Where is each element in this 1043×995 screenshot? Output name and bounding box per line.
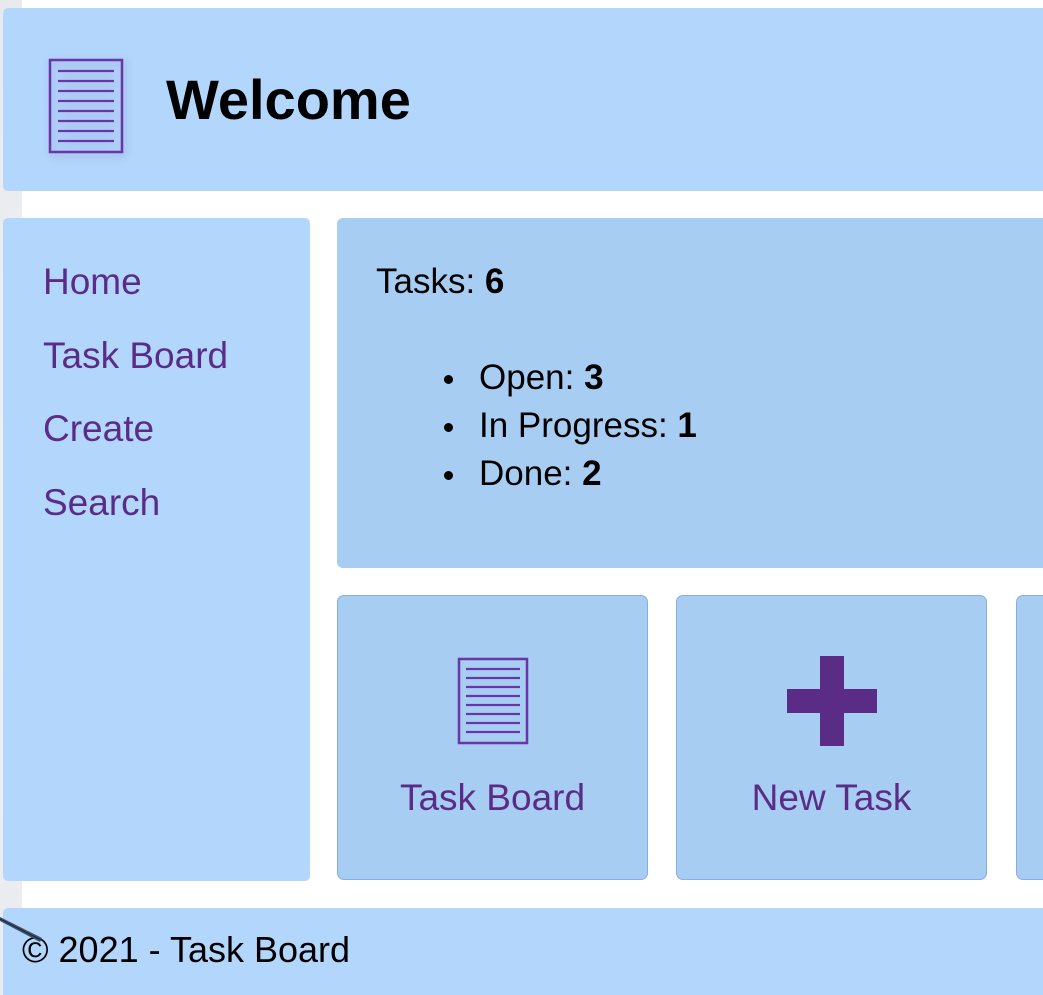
status-done-label: Done: <box>479 454 583 493</box>
copyright-text: © 2021 - Task Board <box>22 929 351 970</box>
task-board-tile[interactable]: Task Board <box>337 595 648 880</box>
task-total-label: Tasks: <box>376 262 485 301</box>
status-in-progress-count: 1 <box>677 406 697 445</box>
plus-icon <box>786 656 877 746</box>
task-board-tile-label: Task Board <box>399 777 586 818</box>
sidebar-nav: Home Task Board Create Search <box>3 218 310 881</box>
sidebar-item-search[interactable]: Search <box>43 484 160 521</box>
task-summary-card: Tasks: 6 Open: 3 In Progress: 1 Done: 2 <box>337 218 1043 568</box>
page-header: Welcome <box>3 8 1043 191</box>
page-footer: © 2021 - Task Board <box>3 908 1043 995</box>
sidebar-item-home[interactable]: Home <box>43 263 142 300</box>
task-total: Tasks: 6 <box>376 264 504 299</box>
new-task-tile-label: New Task <box>751 777 912 818</box>
sidebar-item-task-board[interactable]: Task Board <box>43 337 228 374</box>
status-open-label: Open: <box>479 358 585 397</box>
task-status-list: Open: 3 In Progress: 1 Done: 2 <box>435 354 697 498</box>
next-tile-partial[interactable] <box>1016 595 1043 880</box>
status-done: Done: 2 <box>435 450 697 498</box>
status-open: Open: 3 <box>435 354 697 402</box>
status-open-count: 3 <box>584 358 604 397</box>
status-in-progress-label: In Progress: <box>479 406 678 445</box>
pointer-icon <box>0 917 42 942</box>
sidebar-item-create[interactable]: Create <box>43 410 154 447</box>
status-in-progress: In Progress: 1 <box>435 402 697 450</box>
document-lines-icon <box>48 58 124 154</box>
document-lines-icon <box>457 657 528 745</box>
page-title: Welcome <box>166 68 411 131</box>
task-total-count: 6 <box>484 262 505 301</box>
new-task-tile[interactable]: New Task <box>676 595 987 880</box>
status-done-count: 2 <box>582 454 602 493</box>
